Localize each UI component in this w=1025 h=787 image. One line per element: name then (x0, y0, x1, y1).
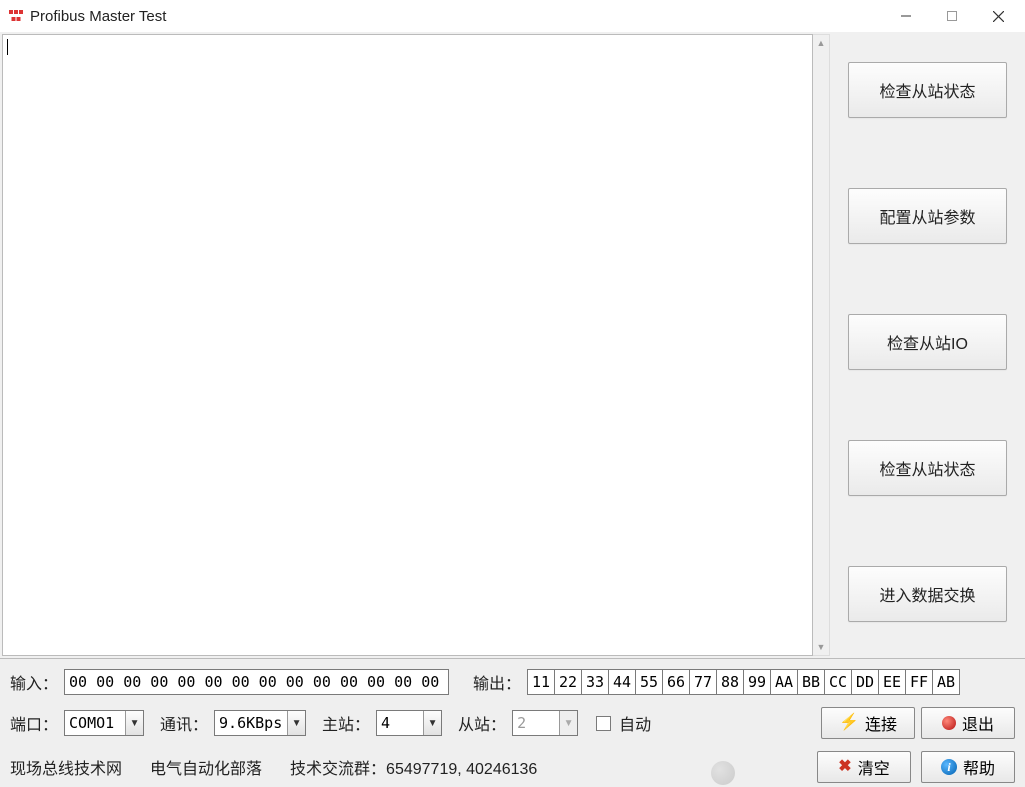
delete-x-icon: ✖ (838, 759, 851, 775)
baud-combo[interactable]: 9.6KBps ▼ (214, 710, 306, 736)
input-label: 输入： (10, 670, 58, 694)
check-slave-status-button[interactable]: 检查从站状态 (848, 62, 1007, 118)
minimize-button[interactable] (883, 1, 929, 31)
info-icon: i (941, 759, 957, 775)
hex-cell[interactable]: 44 (608, 669, 636, 695)
bottom-panel: 输入： 输出： 11 22 33 44 55 66 77 88 99 AA BB… (0, 658, 1025, 787)
title-bar: Profibus Master Test (0, 0, 1025, 32)
slave-value: 2 (513, 711, 559, 735)
clear-label: 清空 (858, 755, 890, 779)
hex-cell[interactable]: 99 (743, 669, 771, 695)
chevron-down-icon: ▼ (559, 711, 577, 735)
chevron-down-icon[interactable]: ▼ (287, 711, 305, 735)
hex-cell[interactable]: BB (797, 669, 825, 695)
maximize-button[interactable] (929, 1, 975, 31)
side-panel: 检查从站状态 配置从站参数 检查从站IO 检查从站状态 进入数据交换 (830, 32, 1025, 658)
auto-checkbox[interactable] (596, 716, 611, 731)
slave-combo: 2 ▼ (512, 710, 578, 736)
auto-label: 自动 (619, 711, 651, 735)
port-value: COMO1 (65, 711, 125, 735)
scroll-down-icon[interactable]: ▼ (815, 641, 827, 653)
hex-cell[interactable]: 55 (635, 669, 663, 695)
hex-cell[interactable]: AB (932, 669, 960, 695)
lightning-icon: ⚡ (839, 715, 859, 731)
chevron-down-icon[interactable]: ▼ (423, 711, 441, 735)
check-slave-io-button[interactable]: 检查从站IO (848, 314, 1007, 370)
hex-cell[interactable]: EE (878, 669, 906, 695)
help-label: 帮助 (963, 755, 995, 779)
scrollbar-vertical[interactable]: ▲ ▼ (813, 34, 830, 656)
close-button[interactable] (975, 1, 1021, 31)
footer-group: 电气自动化部落 (150, 755, 262, 779)
hex-cell[interactable]: 33 (581, 669, 609, 695)
check-slave-status2-button[interactable]: 检查从站状态 (848, 440, 1007, 496)
log-textarea[interactable] (2, 34, 813, 656)
hex-cell[interactable]: 88 (716, 669, 744, 695)
app-icon (8, 8, 24, 24)
hex-cell[interactable]: 22 (554, 669, 582, 695)
hex-cell[interactable]: 11 (527, 669, 555, 695)
enter-data-exchange-button[interactable]: 进入数据交换 (848, 566, 1007, 622)
hex-cell[interactable]: AA (770, 669, 798, 695)
slave-label: 从站： (458, 711, 506, 735)
hex-cell[interactable]: CC (824, 669, 852, 695)
footer-qq-label: 技术交流群：65497719, 40246136 (290, 755, 537, 779)
port-combo[interactable]: COMO1 ▼ (64, 710, 144, 736)
port-label: 端口： (10, 711, 58, 735)
master-value: 4 (377, 711, 423, 735)
connect-label: 连接 (865, 711, 897, 735)
window-title: Profibus Master Test (30, 8, 166, 25)
footer-site: 现场总线技术网 (10, 755, 122, 779)
hex-cell[interactable]: FF (905, 669, 933, 695)
master-label: 主站： (322, 711, 370, 735)
output-bytes-cells[interactable]: 11 22 33 44 55 66 77 88 99 AA BB CC DD E… (527, 669, 960, 695)
baud-label: 通讯： (160, 711, 208, 735)
record-circle-icon (942, 716, 956, 730)
input-bytes-field[interactable] (64, 669, 449, 695)
exit-label: 退出 (962, 711, 994, 735)
scroll-up-icon[interactable]: ▲ (815, 37, 827, 49)
output-label: 输出： (473, 670, 521, 694)
connect-button[interactable]: ⚡ 连接 (821, 707, 915, 739)
master-combo[interactable]: 4 ▼ (376, 710, 442, 736)
hex-cell[interactable]: 77 (689, 669, 717, 695)
chevron-down-icon[interactable]: ▼ (125, 711, 143, 735)
config-slave-params-button[interactable]: 配置从站参数 (848, 188, 1007, 244)
baud-value: 9.6KBps (215, 711, 287, 735)
hex-cell[interactable]: DD (851, 669, 879, 695)
hex-cell[interactable]: 66 (662, 669, 690, 695)
help-button[interactable]: i 帮助 (921, 751, 1015, 783)
text-cursor (7, 39, 8, 55)
exit-button[interactable]: 退出 (921, 707, 1015, 739)
clear-button[interactable]: ✖ 清空 (817, 751, 911, 783)
